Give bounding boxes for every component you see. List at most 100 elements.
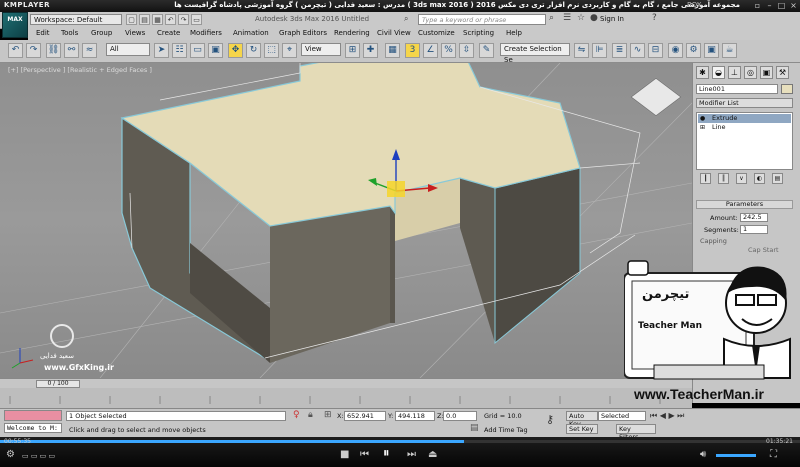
- box-side-front[interactable]: [270, 206, 390, 363]
- display-tab-icon[interactable]: ▣: [760, 66, 773, 79]
- key-mode-dropdown[interactable]: Selected: [598, 411, 646, 421]
- sign-in-link[interactable]: Sign In: [600, 15, 624, 23]
- favorites-icon[interactable]: ☆: [577, 13, 585, 23]
- bind-space-warp-icon[interactable]: ≈: [82, 43, 97, 58]
- pause-icon[interactable]: ⏸: [383, 446, 390, 461]
- modify-tab-icon[interactable]: ◒: [712, 66, 725, 79]
- pin-stack-icon[interactable]: ┃: [700, 173, 711, 184]
- absolute-mode-icon[interactable]: ⊞: [324, 410, 332, 420]
- undo-button-icon[interactable]: ↶: [8, 43, 23, 58]
- binoculars-icon[interactable]: ⌕: [404, 14, 408, 24]
- stop-icon[interactable]: ■: [340, 449, 349, 460]
- menu-help[interactable]: Help: [506, 29, 522, 37]
- configure-sets-icon[interactable]: ▤: [772, 173, 783, 184]
- help-icon[interactable]: ?: [652, 13, 657, 23]
- next-icon[interactable]: ⏭: [407, 449, 416, 460]
- set-key-button[interactable]: Set Key: [566, 424, 598, 434]
- pivot-center-icon[interactable]: ⊞: [345, 43, 360, 58]
- select-by-name-icon[interactable]: ☷: [172, 43, 187, 58]
- minimize-icon[interactable]: –: [764, 1, 775, 10]
- z-coordinate-field[interactable]: 0.0: [443, 411, 477, 421]
- redo-icon[interactable]: ↷: [178, 14, 189, 25]
- mirror-icon[interactable]: ⇋: [574, 43, 589, 58]
- menu-views[interactable]: Views: [125, 29, 145, 37]
- add-time-tag[interactable]: Add Time Tag: [484, 426, 528, 434]
- viewport-label[interactable]: [+] [Perspective ] [Realistic + Edged Fa…: [8, 66, 152, 74]
- menu-create[interactable]: Create: [157, 29, 180, 37]
- auto-key-button[interactable]: Auto Key: [566, 411, 598, 428]
- utilities-tab-icon[interactable]: ⚒: [776, 66, 789, 79]
- selection-region-icon[interactable]: ▭: [190, 43, 205, 58]
- expand-icon[interactable]: ⊞: [700, 124, 705, 131]
- volume-icon[interactable]: 🔊︎: [700, 449, 706, 460]
- parameters-rollout-header[interactable]: Parameters: [696, 200, 793, 209]
- select-manipulate-icon[interactable]: ✚: [363, 43, 378, 58]
- spinner-snap-icon[interactable]: ⇳: [459, 43, 474, 58]
- select-and-scale-icon[interactable]: ⬚: [264, 43, 279, 58]
- undo-icon[interactable]: ↶: [165, 14, 176, 25]
- playback-controls-icon[interactable]: ⏮ ◀ ▶ ⏭: [650, 411, 684, 421]
- schematic-view-icon[interactable]: ⊟: [648, 43, 663, 58]
- x-coordinate-field[interactable]: 652.941: [344, 411, 386, 421]
- application-button[interactable]: MAX: [2, 12, 28, 38]
- key-icon[interactable]: ⚷: [546, 413, 554, 426]
- settings-icon[interactable]: ⚙: [6, 449, 15, 460]
- make-unique-icon[interactable]: ∨: [736, 173, 747, 184]
- maxscript-mini-listener[interactable]: Welcome to M:: [4, 423, 62, 433]
- menu-animation[interactable]: Animation: [233, 29, 269, 37]
- modifier-list-dropdown[interactable]: Modifier List: [696, 98, 793, 108]
- angle-snap-icon[interactable]: ∠: [423, 43, 438, 58]
- edit-named-selection-icon[interactable]: ✎: [479, 43, 494, 58]
- keyboard-shortcut-override-icon[interactable]: ▦: [385, 43, 400, 58]
- selection-lock-icon[interactable]: 🔒︎: [308, 410, 313, 420]
- track-bar[interactable]: [0, 388, 692, 408]
- menu-graph-editors[interactable]: Graph Editors: [279, 29, 327, 37]
- maxscript-listener-pink[interactable]: [4, 410, 62, 421]
- snaps-toggle-icon[interactable]: 3: [405, 43, 420, 58]
- y-coordinate-field[interactable]: 494.118: [395, 411, 435, 421]
- open-file-icon[interactable]: ▤: [139, 14, 150, 25]
- previous-icon[interactable]: ⏮: [360, 449, 369, 460]
- reference-coordinate-dropdown[interactable]: View: [301, 43, 341, 56]
- align-icon[interactable]: ⊫: [592, 43, 607, 58]
- volume-slider[interactable]: [716, 454, 756, 457]
- render-production-icon[interactable]: ☕: [722, 43, 737, 58]
- menu-group[interactable]: Group: [91, 29, 112, 37]
- menu-scripting[interactable]: Scripting: [463, 29, 494, 37]
- stack-item-extrude[interactable]: Extrude: [698, 114, 791, 123]
- menu-civil-view[interactable]: Civil View: [377, 29, 411, 37]
- amount-field[interactable]: 242.5: [740, 213, 768, 222]
- project-folder-icon[interactable]: ▭: [191, 14, 202, 25]
- menu-customize[interactable]: Customize: [418, 29, 455, 37]
- select-link-icon[interactable]: ⛓: [46, 43, 61, 58]
- user-icon[interactable]: ●: [590, 13, 598, 23]
- menu-modifiers[interactable]: Modifiers: [190, 29, 222, 37]
- render-setup-icon[interactable]: ⚙: [686, 43, 701, 58]
- close-icon[interactable]: ×: [788, 1, 799, 10]
- new-scene-icon[interactable]: ▢: [126, 14, 137, 25]
- perspective-viewport[interactable]: [0, 63, 692, 378]
- object-color-swatch[interactable]: [781, 84, 793, 94]
- window-crossing-icon[interactable]: ▣: [208, 43, 223, 58]
- menu-edit[interactable]: Edit: [36, 29, 50, 37]
- communication-center-icon[interactable]: ☰: [563, 13, 571, 23]
- save-file-icon[interactable]: ▦: [152, 14, 163, 25]
- select-and-place-icon[interactable]: ⌖: [282, 43, 297, 58]
- object-name-field[interactable]: Line001: [696, 84, 778, 94]
- redo-button-icon[interactable]: ↷: [26, 43, 41, 58]
- fullscreen-icon[interactable]: ⛶: [770, 449, 777, 460]
- box-side-front-left[interactable]: [190, 243, 270, 363]
- segments-field[interactable]: 1: [740, 225, 768, 234]
- select-and-move-icon[interactable]: ✥: [228, 43, 243, 58]
- create-tab-icon[interactable]: ✱: [696, 66, 709, 79]
- stack-item-line[interactable]: Line: [698, 123, 791, 132]
- workspace-dropdown[interactable]: Workspace: Default: [30, 14, 122, 25]
- show-end-result-icon[interactable]: ║: [718, 173, 729, 184]
- motion-tab-icon[interactable]: ◎: [744, 66, 757, 79]
- rendered-frame-window-icon[interactable]: ▣: [704, 43, 719, 58]
- search-icon[interactable]: ⌕: [549, 13, 554, 23]
- layer-explorer-icon[interactable]: ≣: [612, 43, 627, 58]
- remove-modifier-icon[interactable]: ◐: [754, 173, 765, 184]
- named-selection-set-dropdown[interactable]: Create Selection Se: [500, 43, 570, 64]
- material-editor-icon[interactable]: ◉: [668, 43, 683, 58]
